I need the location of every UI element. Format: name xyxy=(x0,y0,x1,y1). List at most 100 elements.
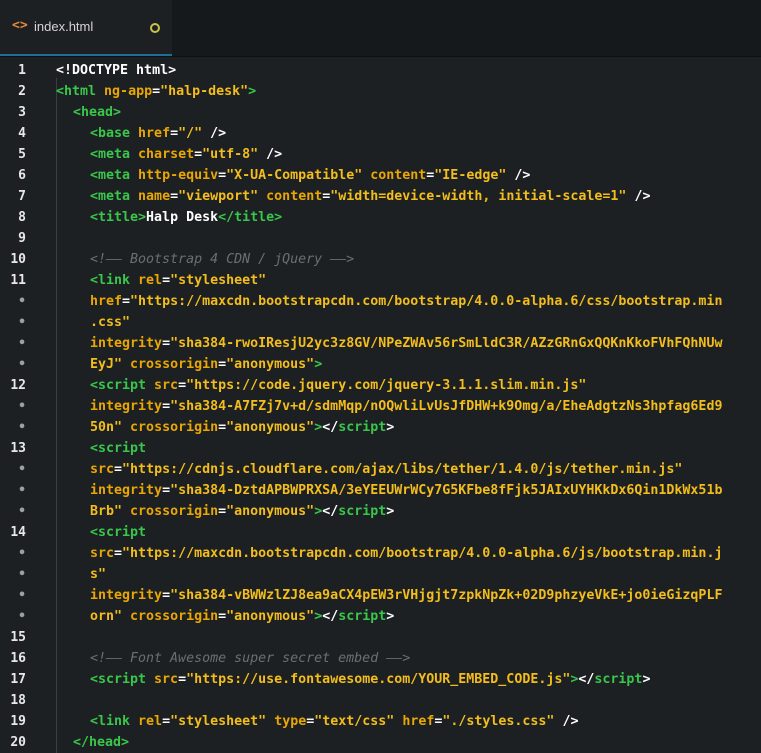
code-token: "./styles.css" xyxy=(442,714,555,729)
code-line[interactable]: 2 <html ng-app="halp-desk"> xyxy=(0,81,761,102)
code-token: integrity xyxy=(90,588,163,603)
code-line[interactable]: • .css" xyxy=(0,312,761,333)
code-token: <!DOCTYPE html> xyxy=(56,63,177,78)
code-token: /> xyxy=(626,189,651,204)
code-token: <link xyxy=(90,714,139,729)
code-token: "stylesheet" xyxy=(170,273,267,288)
code-token: content xyxy=(370,168,427,183)
code-token: integrity xyxy=(90,399,163,414)
line-number: • xyxy=(18,567,26,582)
code-line[interactable]: • Brb" crossorigin="anonymous"></script> xyxy=(0,501,761,522)
code-line[interactable]: 7 <meta name="viewport" content="width=de… xyxy=(0,186,761,207)
code-text: <title>Halp Desk</title> xyxy=(90,207,282,228)
code-line[interactable]: • integrity="sha384-DztdAPBWPRXSA/3eYEEUW… xyxy=(0,480,761,501)
line-number: • xyxy=(18,504,26,519)
code-token: type xyxy=(274,714,307,729)
code-line[interactable]: 4 <base href="/" /> xyxy=(0,123,761,144)
code-text: <!—— Font Awesome super secret embed ——> xyxy=(90,648,410,669)
code-token: > xyxy=(642,672,651,687)
code-line[interactable]: • integrity="sha384-rwoIResjU2yc3z8GV/NPe… xyxy=(0,333,761,354)
code-token: <script xyxy=(90,525,147,540)
code-line[interactable]: • s" xyxy=(0,564,761,585)
code-line[interactable]: 17 <script src="https://use.fontawesome.c… xyxy=(0,669,761,690)
code-editor[interactable]: 1 <!DOCTYPE html> 2 <html ng-app="halp-desk… xyxy=(0,57,761,753)
code-line[interactable]: 9 xyxy=(0,228,761,249)
code-line[interactable]: • 50n" crossorigin="anonymous"></script> xyxy=(0,417,761,438)
code-text: </head> xyxy=(73,732,129,753)
code-token: = xyxy=(162,483,171,498)
code-line[interactable]: 12 <script src="https://code.jquery.com/j… xyxy=(0,375,761,396)
code-line[interactable]: 5 <meta charset="utf-8" /> xyxy=(0,144,761,165)
code-line[interactable]: 15 xyxy=(0,627,761,648)
code-brackets-icon: <> xyxy=(12,18,28,33)
unsaved-indicator-icon[interactable] xyxy=(150,23,160,33)
code-line[interactable]: • src="https://maxcdn.bootstrapcdn.com/bo… xyxy=(0,543,761,564)
code-text: .css" xyxy=(90,312,130,333)
line-number: 5 xyxy=(18,147,26,162)
code-token: <link xyxy=(90,273,139,288)
line-number: • xyxy=(18,462,26,477)
code-text: <link rel="stylesheet" xyxy=(90,270,266,291)
code-token: "https://code.jquery.com/jquery-3.1.1.sl… xyxy=(186,378,587,393)
code-text: EyJ" crossorigin="anonymous"> xyxy=(90,354,322,375)
line-number: 1 xyxy=(18,63,26,78)
code-token: = xyxy=(178,378,187,393)
code-token: script xyxy=(338,420,387,435)
code-line[interactable]: 14 <script xyxy=(0,522,761,543)
code-line[interactable]: • href="https://maxcdn.bootstrapcdn.com/b… xyxy=(0,291,761,312)
line-number: 11 xyxy=(10,273,26,288)
line-number: • xyxy=(18,399,26,414)
code-token: /> xyxy=(258,147,283,162)
code-line[interactable]: • integrity="sha384-A7FZj7v+d/sdmMqp/nOQw… xyxy=(0,396,761,417)
code-token: <meta xyxy=(90,189,139,204)
code-token: href xyxy=(138,126,171,141)
code-token: ng-app xyxy=(104,84,153,99)
code-token: > xyxy=(386,504,395,519)
line-number: 6 xyxy=(18,168,26,183)
code-token: = xyxy=(218,168,227,183)
code-token: = xyxy=(218,420,227,435)
code-line[interactable]: 19 <link rel="stylesheet" type="text/css"… xyxy=(0,711,761,732)
code-token: "width=device-width, initial-scale=1" xyxy=(330,189,627,204)
line-number: • xyxy=(18,546,26,561)
code-line[interactable]: 1 <!DOCTYPE html> xyxy=(0,60,761,81)
code-line[interactable]: • integrity="sha384-vBWWzlZJ8ea9aCX4pEW3r… xyxy=(0,585,761,606)
code-line[interactable]: 18 xyxy=(0,690,761,711)
tab-index-html[interactable]: <> index.html xyxy=(0,0,172,56)
code-line[interactable]: 13 <script xyxy=(0,438,761,459)
code-token: > xyxy=(248,84,257,99)
code-line[interactable]: • src="https://cdnjs.cloudflare.com/ajax/… xyxy=(0,459,761,480)
code-token: Brb" xyxy=(90,504,123,519)
code-line[interactable]: 16 <!—— Font Awesome super secret embed —… xyxy=(0,648,761,669)
code-token: <base xyxy=(90,126,139,141)
code-line[interactable]: • orn" crossorigin="anonymous"></script> xyxy=(0,606,761,627)
code-token: = xyxy=(218,504,227,519)
code-line[interactable]: 11 <link rel="stylesheet" xyxy=(0,270,761,291)
code-text: <base href="/" /> xyxy=(90,123,226,144)
code-text: integrity="sha384-DztdAPBWPRXSA/3eYEEUWr… xyxy=(90,480,722,501)
code-token: "anonymous" xyxy=(226,420,315,435)
code-text: href="https://maxcdn.bootstrapcdn.com/bo… xyxy=(90,291,722,312)
line-number: 7 xyxy=(18,189,26,204)
line-number: 15 xyxy=(10,630,26,645)
code-token: src xyxy=(90,462,115,477)
code-text: <script xyxy=(90,522,146,543)
code-line[interactable]: 20 </head> xyxy=(0,732,761,753)
code-text: src="https://maxcdn.bootstrapcdn.com/boo… xyxy=(90,543,722,564)
code-token: <!—— Font Awesome super secret embed ——> xyxy=(90,651,411,666)
code-token: crossorigin xyxy=(130,420,219,435)
code-text: <meta name="viewport" content="width=dev… xyxy=(90,186,650,207)
line-number: 19 xyxy=(10,714,26,729)
line-number: • xyxy=(18,315,26,330)
code-token: </head> xyxy=(73,735,130,750)
code-line[interactable]: 6 <meta http-equiv="X-UA-Compatible" cont… xyxy=(0,165,761,186)
code-line[interactable]: 8 <title>Halp Desk</title> xyxy=(0,207,761,228)
code-line[interactable]: 10 <!—— Bootstrap 4 CDN / jQuery ——> xyxy=(0,249,761,270)
code-token: "IE-edge" xyxy=(434,168,507,183)
code-line[interactable]: • EyJ" crossorigin="anonymous"> xyxy=(0,354,761,375)
code-line[interactable]: 3 <head> xyxy=(0,102,761,123)
code-token: 50n" xyxy=(90,420,123,435)
